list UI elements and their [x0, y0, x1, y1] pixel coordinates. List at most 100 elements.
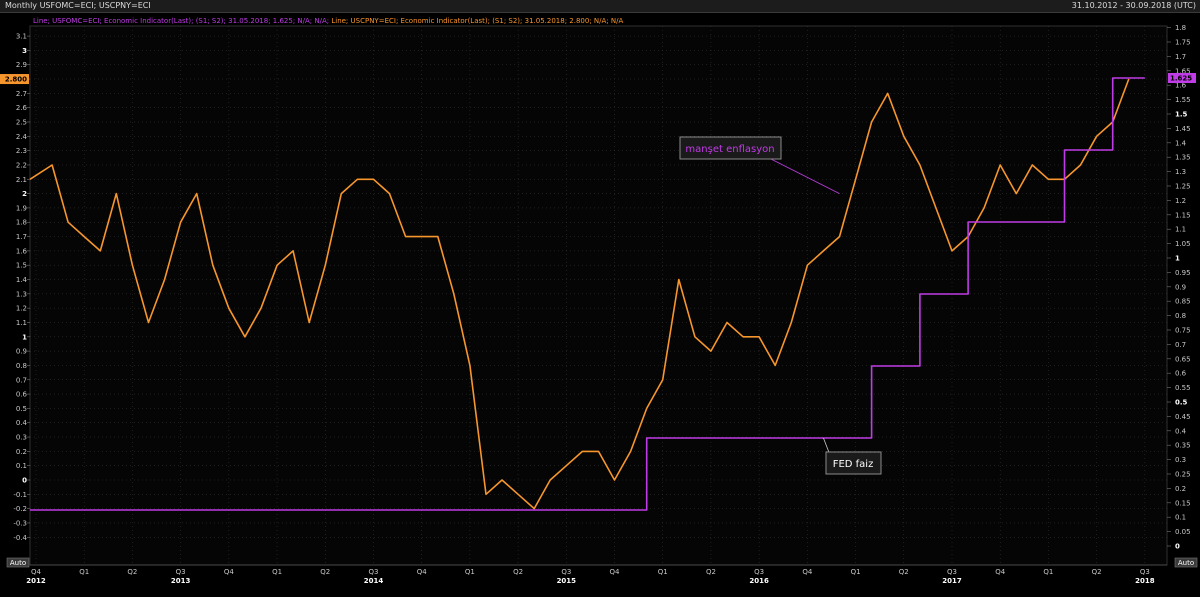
right-tick-label: 1.55 [1175, 96, 1191, 104]
quarter-label: Q3 [947, 568, 957, 576]
plot-area [29, 25, 1168, 566]
left-tick-label: 0.4 [16, 419, 28, 427]
right-tick-label: 1.35 [1175, 154, 1191, 162]
right-tick-label: 1.4 [1175, 139, 1187, 147]
quarter-label: Q1 [272, 568, 282, 576]
left-tick-label: 2.5 [16, 119, 27, 127]
right-tick-label: 1.3 [1175, 168, 1186, 176]
right-tick-label: 0 [1175, 543, 1180, 551]
quarter-label: Q2 [706, 568, 716, 576]
left-tick-label: 0.1 [16, 462, 27, 470]
last-value-left: 2.800 [5, 76, 27, 84]
right-tick-label: 1 [1175, 255, 1180, 263]
quarter-label: Q3 [176, 568, 186, 576]
quarter-label: Q2 [320, 568, 330, 576]
quarter-label: Q3 [1140, 568, 1150, 576]
legend-fed: Line; USFOMC=ECI; Economic Indicator(Las… [33, 17, 331, 25]
quarter-label: Q1 [79, 568, 89, 576]
left-tick-label: 1.7 [16, 233, 27, 241]
year-label: 2018 [1135, 577, 1155, 585]
left-tick-label: -0.3 [13, 519, 27, 527]
right-tick-label: 0.5 [1175, 399, 1188, 407]
left-tick-label: 1.8 [16, 219, 27, 227]
right-tick-label: 0.3 [1175, 456, 1186, 464]
right-tick-label: 0.6 [1175, 370, 1187, 378]
left-tick-label: 2.1 [16, 176, 27, 184]
right-tick-label: 0.35 [1175, 442, 1191, 450]
left-tick-label: 1.5 [16, 262, 27, 270]
year-label: 2014 [364, 577, 384, 585]
right-tick-label: 0.75 [1175, 327, 1191, 335]
quarter-label: Q4 [224, 568, 235, 576]
left-tick-label: 0.8 [16, 362, 27, 370]
left-tick-label: 0.3 [16, 434, 27, 442]
annotation-label-fed: FED faiz [833, 459, 874, 470]
quarter-label: Q4 [802, 568, 813, 576]
right-tick-label: 0.9 [1175, 283, 1186, 291]
quarter-label: Q2 [127, 568, 137, 576]
right-tick-label: 0.2 [1175, 485, 1186, 493]
right-tick-label: 1.1 [1175, 226, 1186, 234]
left-tick-label: 0.9 [16, 348, 27, 356]
right-tick-label: 1.7 [1175, 53, 1186, 61]
left-tick-label: 0.2 [16, 448, 27, 456]
left-tick-label: 2.6 [16, 104, 28, 112]
year-label: 2013 [171, 577, 191, 585]
right-tick-label: 1.2 [1175, 197, 1186, 205]
legend-cpi: Line; USCPNY=ECI; Economic Indicator(Las… [331, 17, 623, 25]
left-tick-label: 1.4 [16, 276, 28, 284]
left-tick-label: 1.3 [16, 290, 27, 298]
right-tick-label: 1.05 [1175, 240, 1191, 248]
right-tick-label: 0.8 [1175, 312, 1186, 320]
left-tick-label: 2.9 [16, 61, 27, 69]
right-tick-label: 0.65 [1175, 355, 1191, 363]
quarter-label: Q1 [1043, 568, 1053, 576]
right-tick-label: 1.45 [1175, 125, 1191, 133]
chart-canvas: -0.4 -0.3 -0.2 -0.1 0 0.1 0.2 0.3 0.4 0.5 0.6 0.7 0.… [0, 13, 1200, 597]
left-tick-label: 1.1 [16, 319, 27, 327]
last-value-right: 1.625 [1170, 75, 1192, 83]
quarter-label: Q1 [851, 568, 861, 576]
right-tick-label: 1.25 [1175, 183, 1191, 191]
quarter-label: Q4 [610, 568, 621, 576]
year-label: 2015 [557, 577, 577, 585]
quarter-label: Q3 [368, 568, 378, 576]
right-tick-label: 1.8 [1175, 24, 1186, 32]
right-tick-label: 0.4 [1175, 427, 1187, 435]
right-tick-label: 0.45 [1175, 413, 1191, 421]
left-tick-label: 1.9 [16, 204, 27, 212]
left-tick-label: -0.1 [13, 491, 27, 499]
left-tick-label: 0 [22, 477, 27, 485]
left-tick-label: 1.6 [16, 247, 28, 255]
right-tick-label: 1.5 [1175, 111, 1188, 119]
auto-scale-left-label: Auto [10, 559, 26, 567]
right-tick-label: 0.25 [1175, 471, 1191, 479]
left-tick-label: 0.5 [16, 405, 27, 413]
quarter-label: Q2 [513, 568, 523, 576]
left-tick-label: 2.7 [16, 90, 27, 98]
quarter-label: Q1 [658, 568, 668, 576]
left-tick-label: 2.2 [16, 161, 27, 169]
quarter-label: Q1 [465, 568, 475, 576]
year-label: 2012 [26, 577, 46, 585]
right-tick-label: 0.05 [1175, 528, 1191, 536]
right-tick-label: 0.7 [1175, 341, 1186, 349]
left-tick-label: 2 [22, 190, 27, 198]
quarter-label: Q4 [31, 568, 42, 576]
left-tick-label: 3 [22, 47, 27, 55]
quarter-label: Q3 [754, 568, 764, 576]
right-tick-label: 1.15 [1175, 211, 1191, 219]
legend: Line; USFOMC=ECI; Economic Indicator(Las… [33, 17, 623, 25]
left-tick-label: 1.2 [16, 305, 27, 313]
quarter-label: Q2 [899, 568, 909, 576]
right-tick-label: 0.1 [1175, 514, 1186, 522]
quarter-label: Q3 [561, 568, 571, 576]
right-tick-label: 1.75 [1175, 39, 1191, 47]
quarter-label: Q4 [995, 568, 1006, 576]
right-tick-label: 0.55 [1175, 384, 1191, 392]
year-label: 2017 [942, 577, 962, 585]
left-tick-label: 0.6 [16, 391, 28, 399]
left-tick-label: -0.2 [13, 505, 27, 513]
annotation-label-cpi: manşet enflasyon [685, 144, 774, 155]
right-tick-label: 0.95 [1175, 269, 1191, 277]
